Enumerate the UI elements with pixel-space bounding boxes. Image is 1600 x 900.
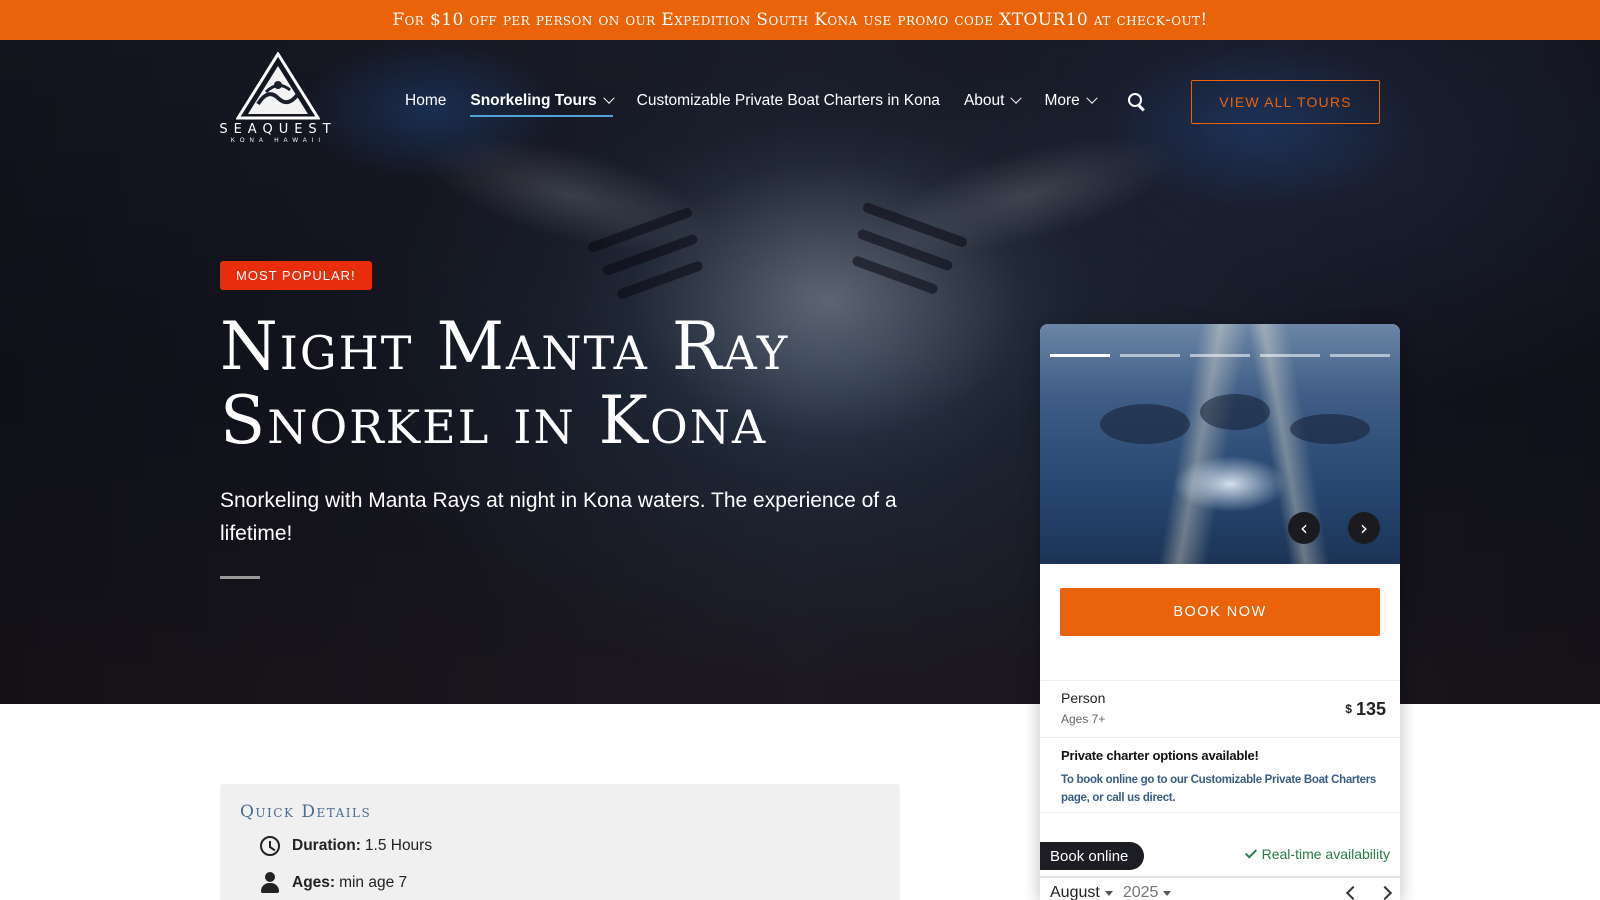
caret-down-icon	[1104, 890, 1113, 896]
quick-details-heading: Quick Details	[240, 802, 372, 822]
duration-value: 1.5 Hours	[364, 837, 433, 854]
duration-label: Duration:	[292, 837, 361, 854]
carousel-progress-segment[interactable]	[1190, 354, 1250, 357]
duration-row: Duration: 1.5 Hours	[260, 836, 432, 856]
clock-icon	[260, 836, 280, 856]
check-icon	[1244, 845, 1257, 859]
nav-item-about[interactable]: About	[963, 88, 1023, 114]
year-value: 2025	[1122, 884, 1159, 900]
divider	[1040, 812, 1400, 813]
page-title-line-1: Night Manta Ray	[220, 308, 790, 385]
nav-item-label: Snorkeling Tours	[470, 92, 597, 109]
nav-item-label: Customizable Private Boat Charters in Ko…	[636, 92, 940, 109]
ages-label: Ages:	[292, 874, 336, 891]
carousel-image-swimmer	[1200, 394, 1270, 430]
booking-widget: ‹ › BOOK NOW Person Ages 7+ $135 Private…	[1040, 324, 1400, 900]
divider	[1040, 876, 1400, 878]
price-row: Person Ages 7+ $135	[1040, 680, 1400, 738]
logo-mark-icon	[236, 52, 320, 120]
carousel-progress-segment[interactable]	[1120, 354, 1180, 357]
promo-banner: For $10 off per person on our Expedition…	[0, 0, 1600, 40]
user-icon	[260, 872, 280, 894]
month-value: August	[1050, 884, 1100, 900]
realtime-label: Real-time availability	[1261, 846, 1390, 862]
nav-item-label: About	[963, 92, 1005, 109]
page-title-line-2: Snorkel in Kona	[220, 382, 768, 459]
price-amount: $135	[1345, 699, 1386, 720]
nav-item-label: More	[1044, 92, 1080, 109]
calendar-header: August 2025	[1050, 884, 1393, 900]
calendar-nav	[1345, 885, 1393, 900]
carousel-prev-button[interactable]: ‹	[1288, 512, 1320, 544]
ages-row: Ages: min age 7	[260, 872, 407, 894]
price-currency: $	[1345, 702, 1352, 716]
logo-wordmark: SEAQUEST	[219, 122, 337, 137]
carousel-next-button[interactable]: ›	[1348, 512, 1380, 544]
calendar-next-month-button[interactable]	[1377, 885, 1393, 900]
carousel-progress-segment[interactable]	[1330, 354, 1390, 357]
month-select[interactable]: August	[1050, 884, 1113, 900]
book-now-button[interactable]: BOOK NOW	[1060, 588, 1380, 636]
photo-carousel[interactable]: ‹ ›	[1040, 324, 1400, 564]
realtime-availability: Real-time availability	[1244, 845, 1390, 862]
price-value: 135	[1355, 699, 1386, 719]
carousel-progress-segment[interactable]	[1050, 354, 1110, 357]
book-online-tab: Book online	[1040, 842, 1145, 870]
price-label: Person	[1061, 690, 1106, 706]
chevron-down-icon	[1010, 92, 1023, 104]
carousel-image-swimmer	[1290, 414, 1370, 444]
year-select[interactable]: 2025	[1123, 884, 1172, 900]
charter-text: To book online go to our Customizable Pr…	[1061, 774, 1376, 804]
nav-item-private-charters[interactable]: Customizable Private Boat Charters in Ko…	[637, 88, 940, 114]
site-logo[interactable]: SEAQUEST KONA HAWAII	[218, 52, 338, 144]
page-title: Night Manta Ray Snorkel in Kona	[220, 310, 920, 458]
price-ages: Ages 7+	[1061, 712, 1106, 726]
quick-details: Quick Details Duration: 1.5 Hours Ages: …	[220, 784, 900, 900]
promo-text: For $10 off per person on our Expedition…	[392, 10, 1208, 30]
hero-subtitle: Snorkeling with Manta Rays at night in K…	[220, 489, 897, 545]
ages-value: min age 7	[339, 874, 408, 891]
carousel-progress	[1050, 354, 1390, 357]
nav-item-label: Home	[405, 92, 447, 109]
charter-note: Private charter options available! To bo…	[1061, 748, 1381, 807]
search-icon[interactable]	[1127, 93, 1144, 109]
most-popular-badge: MOST POPULAR!	[220, 261, 372, 290]
chevron-down-icon	[603, 92, 615, 104]
logo-tagline: KONA HAWAII	[230, 138, 326, 144]
main-nav: Home Snorkeling Tours Customizable Priva…	[405, 88, 1144, 117]
view-all-tours-button[interactable]: VIEW ALL TOURS	[1191, 80, 1380, 124]
charter-heading: Private charter options available!	[1061, 748, 1259, 763]
carousel-progress-segment[interactable]	[1260, 354, 1320, 357]
chevron-down-icon	[1086, 92, 1098, 104]
nav-item-more[interactable]: More	[1044, 88, 1098, 114]
nav-item-snorkeling-tours[interactable]: Snorkeling Tours	[470, 88, 615, 117]
carousel-image-swimmer	[1100, 404, 1190, 444]
calendar-prev-month-button[interactable]	[1345, 885, 1361, 900]
caret-down-icon	[1163, 890, 1172, 896]
nav-item-home[interactable]: Home	[405, 88, 446, 114]
hero-divider	[220, 576, 260, 579]
